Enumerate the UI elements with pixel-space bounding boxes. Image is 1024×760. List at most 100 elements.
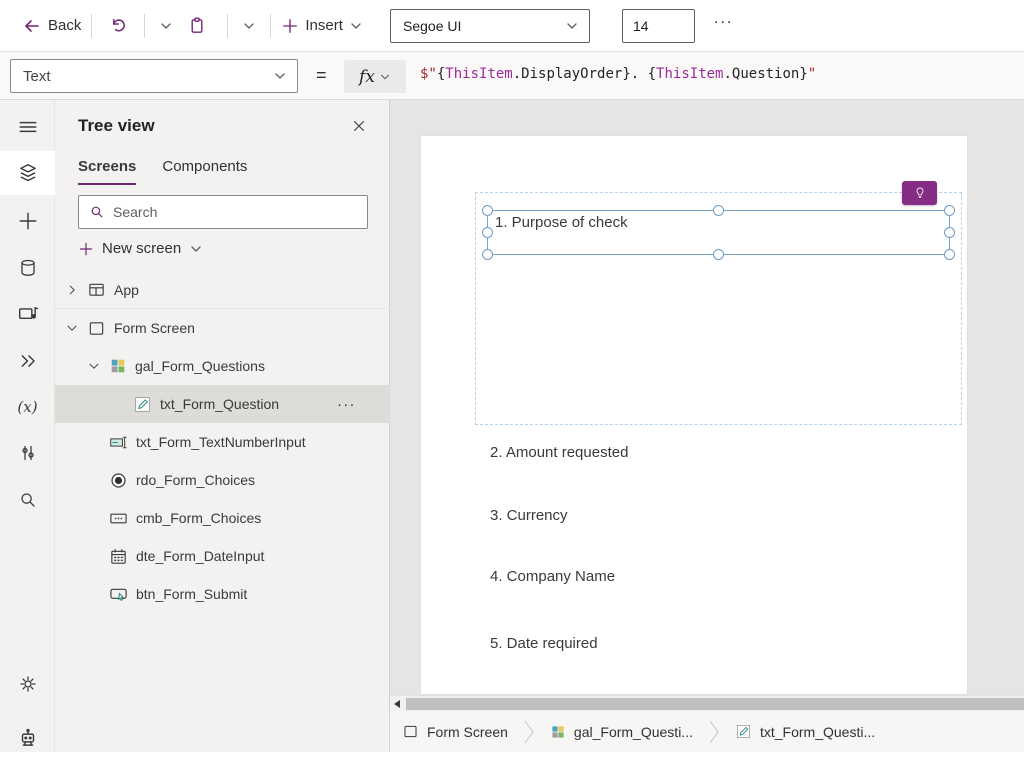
selection-handle[interactable] — [482, 205, 493, 216]
selected-text-control[interactable]: 1. Purpose of check — [487, 210, 950, 255]
tree-item-label: txt_Form_Question — [160, 396, 279, 412]
paste-menu-chevron-icon[interactable] — [238, 19, 260, 33]
tree-item-radio[interactable]: rdo_Form_Choices — [55, 461, 390, 499]
search-icon[interactable] — [0, 478, 55, 522]
toolbar-divider — [91, 14, 92, 38]
selection-handle[interactable] — [482, 227, 493, 238]
tree-view-panel: Tree view Screens Components New screen — [55, 100, 390, 752]
selection-handle[interactable] — [482, 249, 493, 260]
chevron-down-icon[interactable] — [87, 359, 101, 373]
chevron-down-icon[interactable] — [65, 321, 79, 335]
plus-icon[interactable] — [0, 199, 55, 243]
new-screen-button[interactable]: New screen — [78, 240, 203, 257]
tree-search — [78, 195, 368, 229]
advanced-tools-icon[interactable] — [0, 431, 55, 475]
scrollbar-thumb[interactable] — [406, 698, 1024, 710]
settings-icon[interactable] — [0, 662, 55, 706]
calendar-icon — [109, 547, 128, 566]
tree-item-label: dte_Form_DateInput — [136, 548, 264, 564]
data-icon[interactable] — [0, 246, 55, 290]
tree-item-txt-form-question[interactable]: txt_Form_Question ... — [55, 385, 390, 423]
text-label-icon — [133, 395, 152, 414]
tree-item-combobox[interactable]: cmb_Form_Choices — [55, 499, 390, 537]
font-family-value: Segoe UI — [403, 18, 461, 34]
scroll-left-arrow-icon[interactable] — [394, 700, 400, 708]
tree-list: App Form Screen — [55, 271, 390, 613]
font-family-dropdown[interactable]: Segoe UI — [390, 9, 590, 43]
variables-icon[interactable]: (x) — [0, 385, 55, 429]
undo-button[interactable] — [102, 16, 134, 36]
toolbar-overflow-button[interactable]: ... — [714, 10, 733, 28]
app-icon — [87, 280, 106, 299]
tab-screens[interactable]: Screens — [78, 158, 136, 185]
fx-button[interactable]: fx — [344, 60, 406, 93]
breadcrumb-text-control[interactable]: txt_Form_Questi... — [735, 723, 875, 740]
screen-icon — [402, 723, 419, 740]
tree-view-icon[interactable] — [0, 151, 55, 195]
text-input-icon — [109, 433, 128, 452]
breadcrumb-gallery[interactable]: gal_Form_Questi... — [550, 724, 693, 740]
fx-chevron-icon — [379, 71, 391, 83]
row-overflow-button[interactable]: ... — [337, 393, 356, 410]
tree-item-app[interactable]: App — [55, 271, 390, 309]
undo-menu-chevron-icon[interactable] — [155, 19, 177, 33]
gallery-icon — [550, 724, 566, 740]
back-arrow-icon — [22, 16, 42, 36]
selection-handle[interactable] — [944, 249, 955, 260]
media-icon[interactable] — [0, 293, 55, 337]
tree-item-label: gal_Form_Questions — [135, 358, 265, 374]
power-apps-studio: Back Insert Segoe UI — [0, 0, 1024, 752]
tree-item-date[interactable]: dte_Form_DateInput — [55, 537, 390, 575]
selection-handle[interactable] — [944, 227, 955, 238]
breadcrumb-form-screen[interactable]: Form Screen — [402, 723, 508, 740]
formula-input[interactable]: $"{ThisItem.DisplayOrder}. {ThisItem.Que… — [420, 66, 816, 82]
chevron-right-icon[interactable] — [65, 283, 79, 297]
back-button[interactable]: Back — [22, 16, 81, 36]
radio-icon — [109, 471, 128, 490]
gallery-item-5[interactable]: 5. Date required — [490, 635, 598, 652]
breadcrumb-label: gal_Form_Questi... — [574, 724, 693, 740]
tree-item-label: cmb_Form_Choices — [136, 510, 261, 526]
paste-button[interactable] — [177, 16, 217, 36]
tree-item-form-screen[interactable]: Form Screen — [55, 309, 390, 347]
selection-handle[interactable] — [944, 205, 955, 216]
main-body: (x) Tree view Screens Components — [0, 100, 1024, 752]
selection-handle[interactable] — [713, 249, 724, 260]
tree-item-gallery[interactable]: gal_Form_Questions — [55, 347, 390, 385]
gallery-item-4[interactable]: 4. Company Name — [490, 568, 615, 585]
gallery-item-2[interactable]: 2. Amount requested — [490, 444, 628, 461]
tree-item-label: Form Screen — [114, 320, 195, 336]
left-rail: (x) — [0, 100, 55, 752]
font-size-input[interactable] — [622, 9, 695, 43]
lightbulb-icon — [913, 186, 927, 200]
search-input[interactable] — [113, 204, 359, 220]
tree-item-text-input[interactable]: txt_Form_TextNumberInput — [55, 423, 390, 461]
top-toolbar: Back Insert Segoe UI — [0, 0, 1024, 52]
property-selector-dropdown[interactable]: Text — [10, 59, 298, 93]
breadcrumb-separator-icon — [707, 715, 721, 749]
horizontal-scrollbar[interactable] — [390, 695, 1024, 711]
breadcrumb: Form Screen gal_Form_Questi... — [390, 711, 1024, 752]
menu-icon[interactable] — [0, 105, 55, 149]
text-label-icon — [735, 723, 752, 740]
breadcrumb-label: Form Screen — [427, 724, 508, 740]
close-icon[interactable] — [351, 118, 367, 134]
suggestion-badge[interactable] — [902, 181, 937, 205]
insert-label: Insert — [305, 17, 343, 34]
breadcrumb-separator-icon — [522, 715, 536, 749]
bot-icon[interactable] — [0, 716, 55, 760]
property-chevron-icon — [273, 69, 287, 83]
power-automate-icon[interactable] — [0, 339, 55, 383]
plus-icon — [78, 241, 94, 257]
insert-button[interactable]: Insert — [281, 17, 363, 35]
panel-tabs: Screens Components — [78, 158, 247, 185]
property-selector-value: Text — [23, 68, 51, 85]
selection-handle[interactable] — [713, 205, 724, 216]
tree-item-button[interactable]: btn_Form_Submit — [55, 575, 390, 613]
gallery-item-3[interactable]: 3. Currency — [490, 507, 568, 524]
toolbar-divider — [144, 14, 145, 38]
tab-components[interactable]: Components — [162, 158, 247, 185]
formula-bar: Text = fx $"{ThisItem.DisplayOrder}. {Th… — [0, 52, 1024, 100]
gallery-icon — [109, 357, 127, 375]
new-screen-label: New screen — [102, 240, 181, 257]
